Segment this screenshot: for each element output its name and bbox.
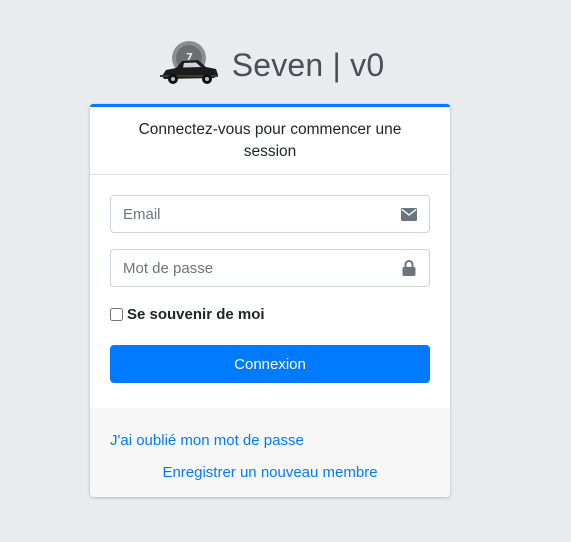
password-input-group xyxy=(110,249,430,287)
login-card-header: Connectez-vous pour commencer une sessio… xyxy=(90,107,450,175)
login-button[interactable]: Connexion xyxy=(110,345,430,383)
login-form: Se souvenir de moi Connexion xyxy=(90,175,450,383)
forgot-password-link[interactable]: J'ai oublié mon mot de passe xyxy=(110,432,304,449)
lock-icon xyxy=(389,250,429,286)
email-input-group xyxy=(110,195,430,233)
remember-me: Se souvenir de moi xyxy=(110,303,430,325)
remember-me-checkbox[interactable] xyxy=(110,307,123,321)
login-card: Connectez-vous pour commencer une sessio… xyxy=(90,104,450,497)
email-input[interactable] xyxy=(111,196,389,232)
remember-me-label[interactable]: Se souvenir de moi xyxy=(127,306,265,323)
app-title: Seven | v0 xyxy=(231,46,385,83)
envelope-icon xyxy=(389,196,429,232)
brand-header: 7 Seven | v0 xyxy=(0,38,540,92)
register-link[interactable]: Enregistrer un nouveau membre xyxy=(90,464,450,481)
password-input[interactable] xyxy=(111,250,389,286)
vintage-car-logo: 7 xyxy=(159,41,218,84)
login-message: Connectez-vous pour commencer une sessio… xyxy=(138,120,402,160)
login-card-footer: J'ai oublié mon mot de passe Enregistrer… xyxy=(90,408,450,497)
